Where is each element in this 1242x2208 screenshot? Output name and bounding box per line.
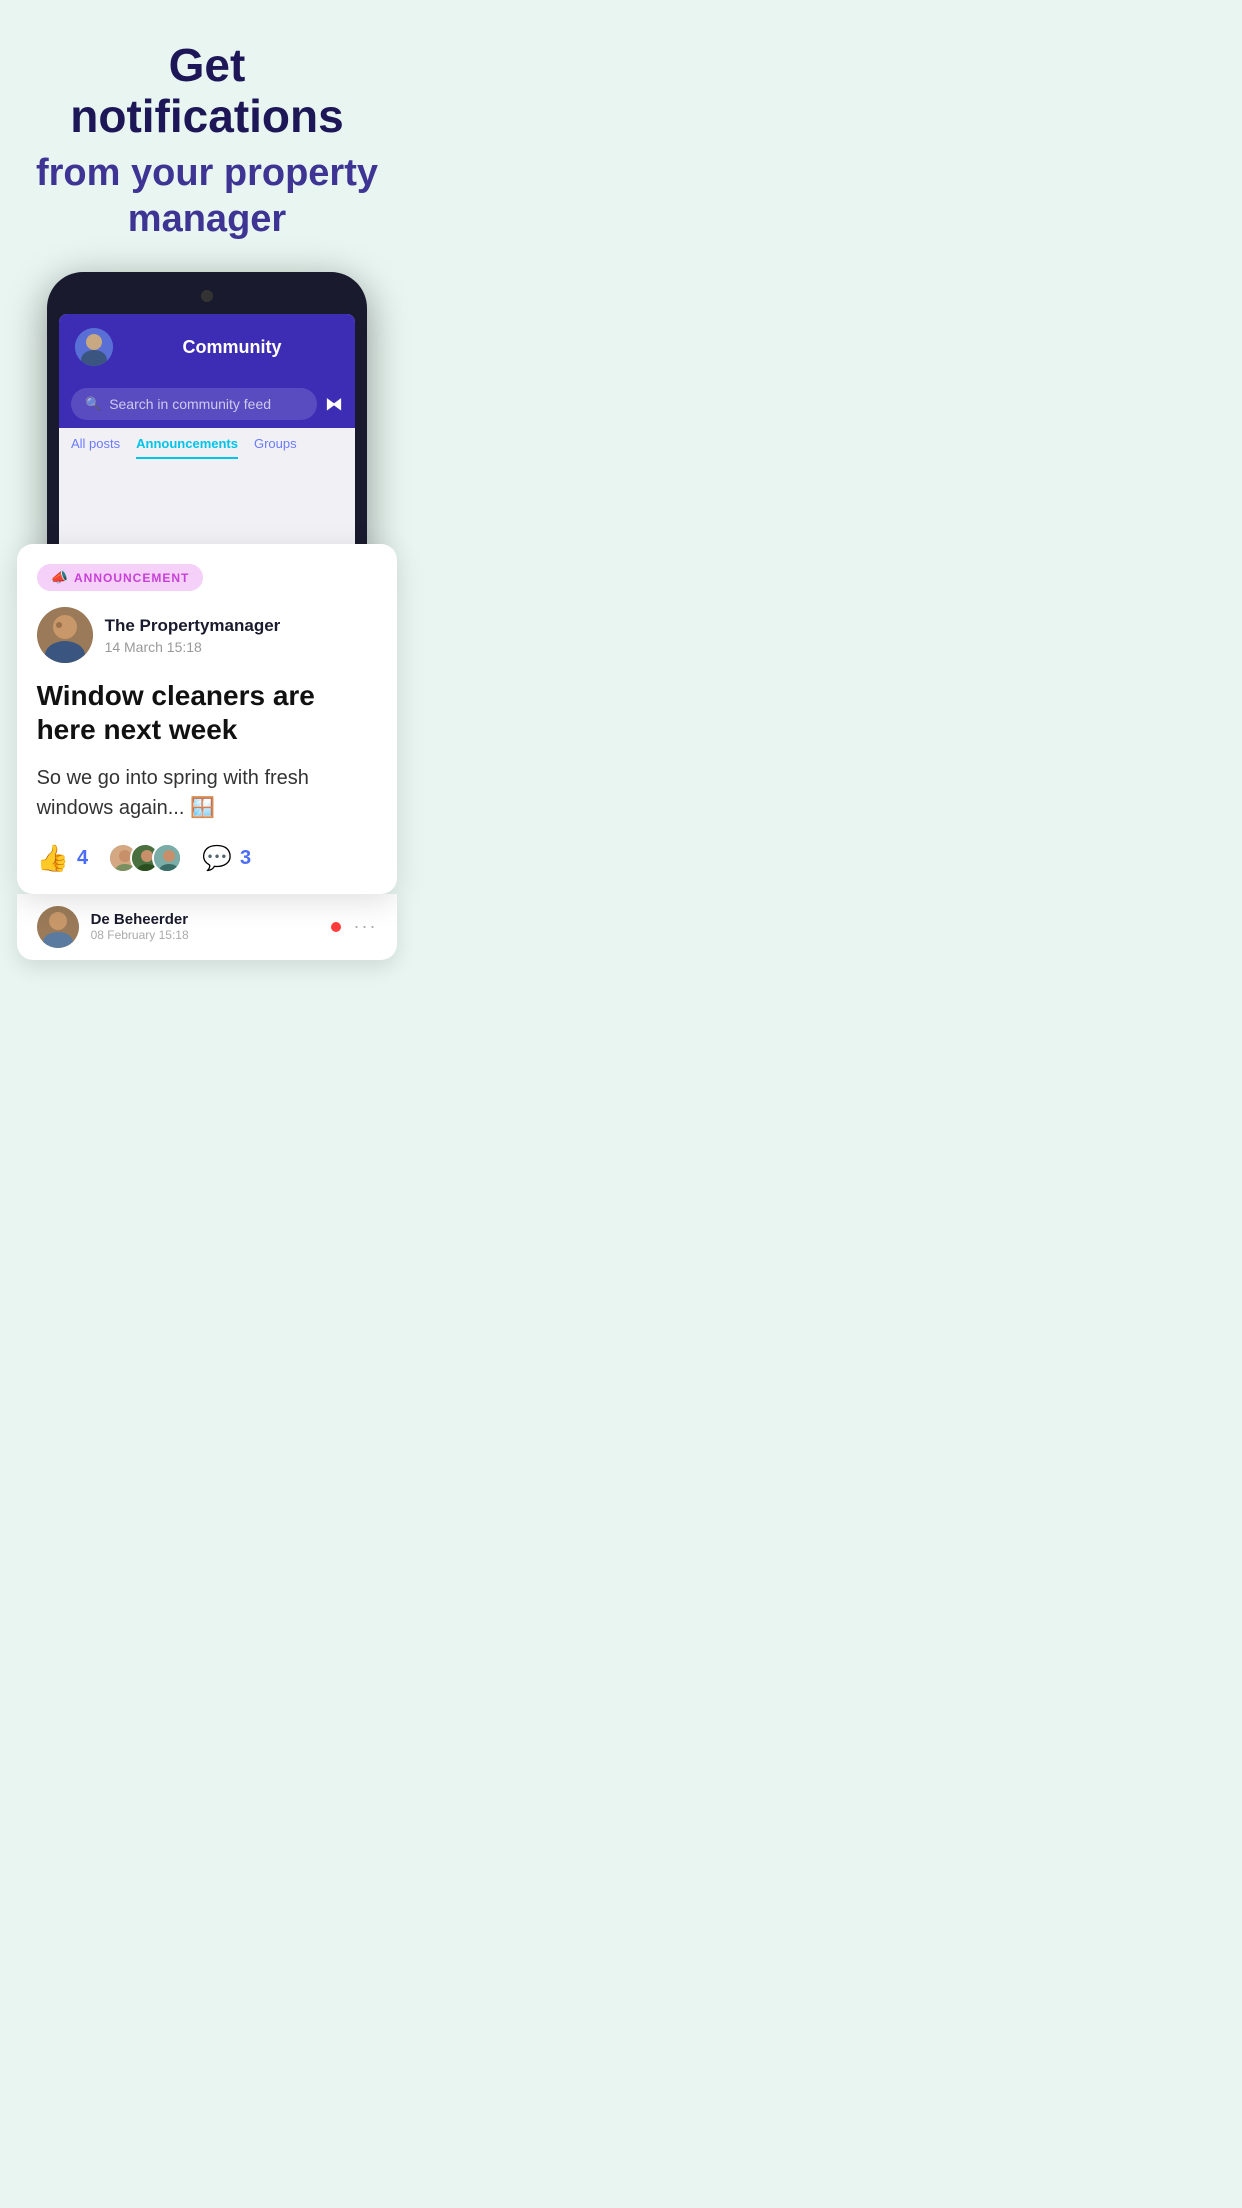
author-avatar[interactable] <box>37 607 93 663</box>
post-footer: 👍 4 💬 3 <box>37 843 378 874</box>
search-bar[interactable]: 🔍 Search in community feed <box>71 388 317 420</box>
reaction-avatar-3 <box>152 843 182 873</box>
tab-announcements[interactable]: Announcements <box>136 436 238 459</box>
hero-section: Get notifications from your property man… <box>0 0 414 262</box>
bottom-peek-card: De Beheerder 08 February 15:18 ··· <box>17 894 398 960</box>
card-container: 📣 ANNOUNCEMENT The Propertymanager 14 Ma… <box>17 544 398 893</box>
app-header-title: Community <box>125 337 339 358</box>
megaphone-icon: 📣 <box>51 569 68 586</box>
announcement-badge: 📣 ANNOUNCEMENT <box>37 564 204 591</box>
peek-info: De Beheerder 08 February 15:18 <box>91 911 320 942</box>
author-date: 14 March 15:18 <box>105 639 281 655</box>
author-info: The Propertymanager 14 March 15:18 <box>105 616 281 655</box>
author-name: The Propertymanager <box>105 616 281 636</box>
app-header: Community <box>59 314 355 380</box>
post-author: The Propertymanager 14 March 15:18 <box>37 607 378 663</box>
tab-groups[interactable]: Groups <box>254 436 297 459</box>
comment-icon[interactable]: 💬 <box>202 844 232 873</box>
tab-all-posts[interactable]: All posts <box>71 436 120 459</box>
like-section: 👍 4 <box>37 843 89 874</box>
peek-avatar <box>37 906 79 948</box>
announcement-card: 📣 ANNOUNCEMENT The Propertymanager 14 Ma… <box>17 544 398 893</box>
post-body: So we go into spring with fresh windows … <box>37 763 378 823</box>
peek-name: De Beheerder <box>91 911 320 928</box>
post-title: Window cleaners are here next week <box>37 679 378 746</box>
like-icon[interactable]: 👍 <box>37 843 69 874</box>
app-user-avatar[interactable] <box>75 328 113 366</box>
search-icon: 🔍 <box>85 396 101 412</box>
filter-icon[interactable]: ⧓ <box>325 394 343 415</box>
hero-subtitle: from your property manager <box>30 151 384 242</box>
more-options-icon[interactable]: ··· <box>353 916 377 937</box>
like-count: 4 <box>77 847 88 870</box>
page-wrapper: Get notifications from your property man… <box>0 0 414 960</box>
phone-notch <box>201 290 213 302</box>
hero-title: Get notifications <box>30 40 384 141</box>
app-tabs: All posts Announcements Groups <box>59 428 355 459</box>
reaction-avatars <box>108 843 182 873</box>
notification-dot <box>331 922 341 932</box>
announcement-badge-label: ANNOUNCEMENT <box>74 571 189 585</box>
comment-section: 💬 3 <box>202 844 251 873</box>
search-section: 🔍 Search in community feed ⧓ <box>59 380 355 428</box>
comment-count: 3 <box>240 847 251 870</box>
search-placeholder: Search in community feed <box>109 396 271 412</box>
peek-date: 08 February 15:18 <box>91 928 320 942</box>
